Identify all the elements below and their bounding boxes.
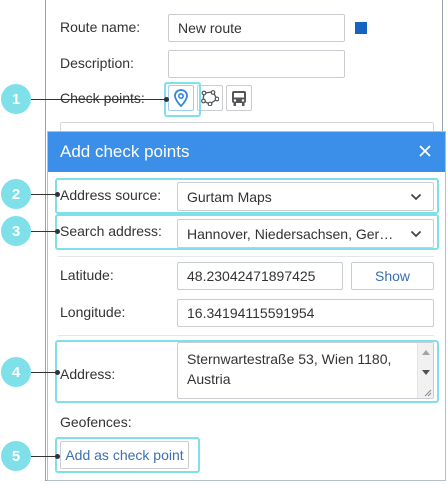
callout-leader (31, 231, 58, 232)
scroll-down-icon[interactable] (422, 370, 430, 375)
callout-leader (31, 194, 58, 195)
dialog-title: Add check points (60, 142, 190, 161)
callout-badge: 1 (1, 84, 31, 114)
address-source-label: Address source: (60, 187, 162, 203)
map-pin-icon (174, 89, 188, 107)
search-address-value: Hannover, Niedersachsen, Germany (187, 225, 403, 242)
scrollbar[interactable] (417, 343, 433, 398)
add-checkpoint-pin-button[interactable] (168, 85, 194, 111)
description-input[interactable] (168, 50, 345, 78)
resize-grip-icon[interactable] (423, 388, 432, 397)
route-name-label: Route name: (60, 19, 141, 35)
address-source-value: Gurtam Maps (187, 188, 272, 205)
divider (58, 256, 434, 257)
longitude-label: Longitude: (60, 304, 126, 320)
callout-dot (55, 192, 60, 197)
add-checkpoint-unit-button[interactable] (226, 85, 252, 111)
address-source-select[interactable]: Gurtam Maps (177, 182, 434, 211)
divider (58, 401, 434, 402)
callout-dot (55, 229, 60, 234)
callout-leader (31, 456, 58, 457)
divider (58, 335, 434, 336)
callout-badge: 3 (1, 216, 31, 246)
route-name-input[interactable]: New route (168, 14, 345, 42)
route-color-swatch[interactable] (355, 22, 367, 34)
show-button[interactable]: Show (351, 262, 434, 290)
checkpoints-label: Check points: (60, 90, 145, 106)
latitude-label: Latitude: (60, 267, 114, 283)
polygon-icon (201, 90, 219, 106)
geofences-label: Geofences: (60, 414, 132, 430)
longitude-input[interactable]: 16.34194115591954 (177, 299, 434, 327)
callout-dot (55, 454, 60, 459)
callout-leader (31, 99, 167, 100)
search-address-label: Search address: (60, 223, 162, 239)
chevron-down-icon (410, 230, 422, 237)
callout-badge: 5 (1, 441, 31, 471)
bus-icon (232, 90, 246, 106)
address-label: Address: (60, 366, 116, 382)
callout-leader (31, 372, 58, 373)
search-address-select[interactable]: Hannover, Niedersachsen, Germany (177, 219, 434, 248)
close-icon[interactable] (417, 143, 433, 159)
callout-dot (55, 370, 60, 375)
callout-dot (164, 97, 169, 102)
callout-badge: 2 (1, 179, 31, 209)
address-textarea[interactable]: Sternwartestraße 53, Wien 1180, Austria (177, 342, 434, 399)
add-as-checkpoint-button[interactable]: Add as check point (60, 441, 189, 469)
address-value: Sternwartestraße 53, Wien 1180, Austria (187, 351, 392, 387)
latitude-input[interactable]: 48.23042471897425 (177, 262, 343, 290)
dialog-header: Add check points (48, 132, 445, 172)
callout-badge: 4 (1, 357, 31, 387)
description-label: Description: (60, 55, 134, 71)
add-checkpoint-geofence-button[interactable] (197, 85, 223, 111)
chevron-down-icon (410, 193, 422, 200)
scroll-up-icon[interactable] (422, 350, 430, 355)
